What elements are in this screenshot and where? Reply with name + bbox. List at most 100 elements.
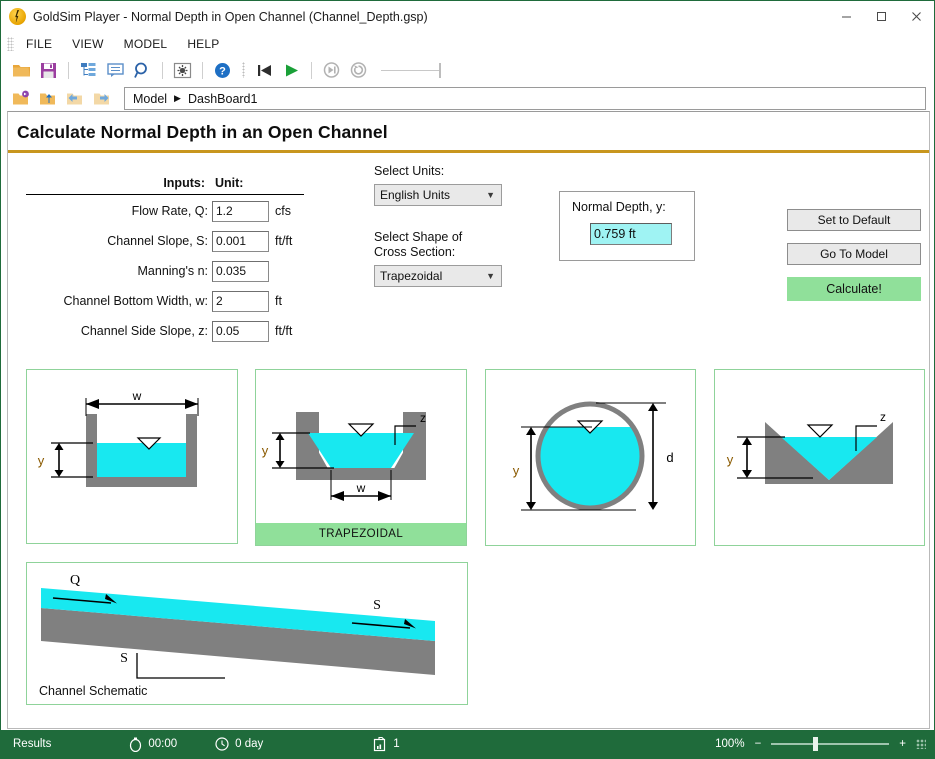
toolbar-separator	[162, 61, 163, 79]
minimize-icon[interactable]	[829, 1, 864, 32]
run-icon[interactable]	[279, 58, 304, 83]
zoom-slider-knob[interactable]	[813, 737, 819, 751]
menu-item-model[interactable]: MODEL	[114, 35, 178, 53]
goldsim-app-icon	[9, 8, 26, 25]
status-model-time-value: 0 day	[235, 738, 264, 750]
inputs-divider	[26, 194, 304, 195]
model-tree-icon[interactable]	[76, 58, 101, 83]
zoom-level-label: 100%	[715, 738, 745, 750]
time-slider-track[interactable]	[381, 69, 439, 71]
help-icon[interactable]: ?	[210, 58, 235, 83]
save-icon[interactable]	[36, 58, 61, 83]
label-mannings-n: Manning's n:	[137, 264, 208, 278]
label-bottom-width: Channel Bottom Width, w:	[63, 294, 208, 308]
diagram-circular-channel[interactable]: y d	[485, 369, 696, 546]
menu-grip-icon	[7, 36, 14, 51]
zoom-slider[interactable]	[771, 737, 890, 751]
result-panel: Normal Depth, y: 0.759 ft	[559, 191, 695, 261]
close-icon[interactable]	[899, 1, 934, 32]
navigation-toolbar: Model ▶ DashBoard1	[1, 85, 934, 112]
selectors-panel: Select Units: English Units ▼ Select Sha…	[374, 164, 554, 287]
svg-text:S: S	[373, 598, 381, 613]
unit-bottom-width: ft	[275, 294, 282, 308]
select-units-dropdown[interactable]: English Units ▼	[374, 184, 502, 206]
input-flow-rate[interactable]	[212, 200, 269, 222]
svg-text:w: w	[132, 389, 142, 403]
select-units-value: English Units	[380, 188, 451, 202]
input-channel-slope[interactable]	[212, 230, 269, 252]
step-icon[interactable]	[319, 58, 344, 83]
label-select-shape: Select Shape of Cross Section:	[374, 230, 554, 260]
back-arrow-icon[interactable]	[63, 86, 88, 111]
realization-icon	[374, 736, 386, 751]
toolbar-separator	[311, 61, 312, 79]
label-channel-slope: Channel Slope, S:	[107, 234, 208, 248]
dashboard-canvas: Calculate Normal Depth in an Open Channe…	[7, 111, 930, 729]
chevron-down-icon: ▼	[486, 190, 495, 200]
breadcrumb-root[interactable]: Model	[133, 92, 167, 106]
label-select-shape-line2: Cross Section:	[374, 245, 456, 259]
diagram-triangular-channel[interactable]: y z	[714, 369, 925, 546]
zoom-out-button[interactable]: −	[755, 738, 762, 750]
svg-text:S: S	[120, 651, 128, 666]
chevron-right-icon: ▶	[174, 93, 181, 103]
unit-side-slope: ft/ft	[275, 324, 293, 338]
search-icon[interactable]	[130, 58, 155, 83]
trapezoidal-channel-drawing: y z w	[262, 411, 426, 501]
title-divider	[8, 150, 929, 153]
zoom-in-button[interactable]: +	[899, 738, 906, 750]
breadcrumb[interactable]: Model ▶ DashBoard1	[124, 87, 926, 110]
trapezoidal-caption: TRAPEZOIDAL	[256, 523, 466, 545]
svg-text:y: y	[38, 453, 45, 468]
diagram-rectangular-channel[interactable]: w y	[26, 369, 238, 544]
maximize-icon[interactable]	[864, 1, 899, 32]
go-to-model-button[interactable]: Go To Model	[787, 243, 921, 265]
input-bottom-width[interactable]	[212, 290, 269, 312]
parent-folder-icon[interactable]	[36, 86, 61, 111]
open-folder-icon[interactable]	[9, 58, 34, 83]
menu-item-file[interactable]: FILE	[16, 35, 62, 53]
select-shape-dropdown[interactable]: Trapezoidal ▼	[374, 265, 502, 287]
diagram-trapezoidal-channel[interactable]: y z w TRAPEZOIDAL	[255, 369, 467, 546]
reset-icon[interactable]	[346, 58, 371, 83]
calculate-button[interactable]: Calculate!	[787, 277, 921, 301]
label-select-shape-line1: Select Shape of	[374, 230, 463, 244]
input-row-bottom-width: Channel Bottom Width, w: ft	[26, 287, 326, 315]
toolbar-separator	[68, 61, 69, 79]
resize-grip-icon[interactable]	[916, 739, 926, 749]
svg-text:y: y	[262, 443, 269, 458]
toolbar-dot-separator	[242, 62, 245, 78]
status-results[interactable]: Results	[13, 738, 51, 750]
status-realizations-value: 1	[393, 738, 400, 750]
triangular-channel-drawing: y z	[727, 410, 893, 484]
schematic-caption: Channel Schematic	[39, 684, 148, 698]
forward-arrow-icon[interactable]	[90, 86, 115, 111]
window-title: GoldSim Player - Normal Depth in Open Ch…	[33, 9, 428, 24]
rewind-icon[interactable]	[252, 58, 277, 83]
label-select-units: Select Units:	[374, 164, 445, 178]
model-root-folder-icon[interactable]	[9, 86, 34, 111]
svg-text:z: z	[420, 411, 426, 425]
input-side-slope[interactable]	[212, 320, 269, 342]
svg-text:d: d	[666, 450, 673, 465]
set-to-default-button[interactable]: Set to Default	[787, 209, 921, 231]
label-side-slope: Channel Side Slope, z:	[80, 324, 208, 338]
time-slider-knob[interactable]	[439, 62, 441, 78]
status-elapsed-time: 00:00	[129, 737, 177, 752]
menu-item-view[interactable]: VIEW	[62, 35, 113, 53]
stopwatch-icon	[130, 737, 142, 752]
settings-icon[interactable]	[170, 58, 195, 83]
input-mannings-n[interactable]	[212, 260, 269, 282]
goldsim-player-window: GoldSim Player - Normal Depth in Open Ch…	[0, 0, 935, 759]
menu-item-help[interactable]: HELP	[177, 35, 229, 53]
unit-header: Unit:	[215, 176, 244, 190]
comment-icon[interactable]	[103, 58, 128, 83]
inputs-header: Inputs:	[163, 176, 205, 190]
rectangular-channel-drawing: w y	[38, 389, 199, 487]
status-zoom-controls: 100% − +	[715, 737, 934, 751]
breadcrumb-current[interactable]: DashBoard1	[188, 92, 258, 106]
window-controls	[829, 1, 934, 32]
status-model-time: 0 day	[215, 737, 263, 751]
diagram-channel-schematic[interactable]: Q S S Channel Schematic	[26, 562, 468, 705]
unit-channel-slope: ft/ft	[275, 234, 293, 248]
